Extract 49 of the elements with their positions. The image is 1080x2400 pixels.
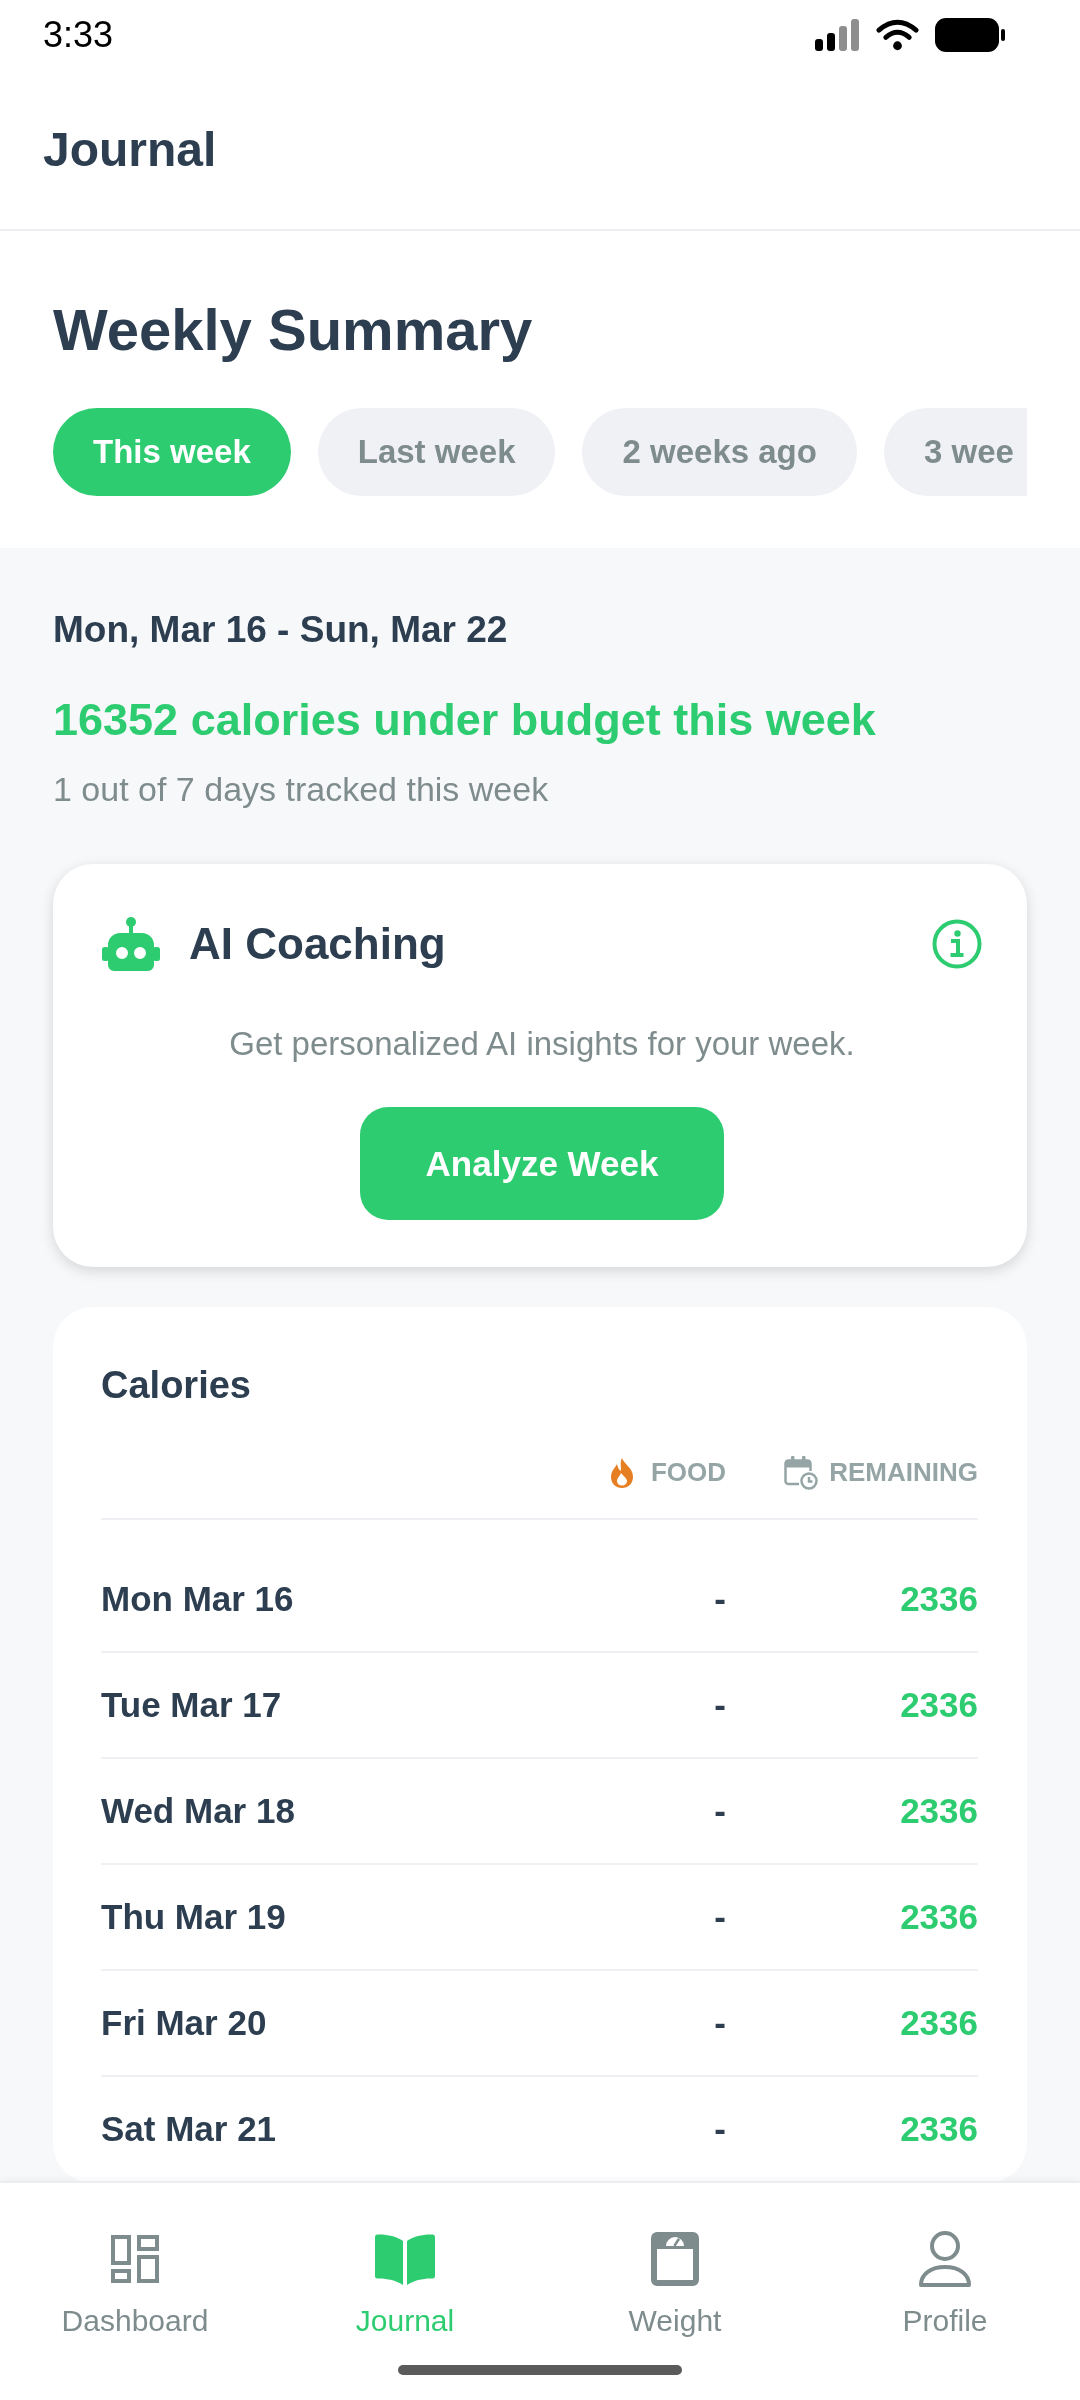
- food-value: -: [714, 1577, 726, 1620]
- robot-icon: [102, 917, 160, 972]
- coaching-title: AI Coaching: [189, 917, 446, 970]
- signal-icon: [815, 19, 860, 51]
- day-label: Sat Mar 21: [101, 2108, 277, 2148]
- battery-icon: [935, 18, 1005, 52]
- budget-summary: 16352 calories under budget this week: [53, 692, 877, 747]
- dashboard-icon: [111, 2235, 159, 2283]
- nav-tab[interactable]: Dashboard: [61, 2231, 209, 2340]
- food-value: -: [714, 2001, 726, 2044]
- day-label: Thu Mar 19: [101, 1896, 286, 1936]
- scale-icon: [651, 2232, 699, 2286]
- nav-tab[interactable]: Journal: [355, 2231, 455, 2340]
- remaining-value: 2336: [900, 2107, 978, 2150]
- remaining-value: 2336: [900, 2001, 978, 2044]
- remaining-value: 2336: [900, 1895, 978, 1938]
- remaining-value: 2336: [900, 1789, 978, 1832]
- nav-tab[interactable]: Profile: [902, 2231, 988, 2340]
- calendar-clock-icon: [784, 1455, 819, 1490]
- food-value: -: [714, 1895, 726, 1938]
- food-value: -: [714, 1683, 726, 1726]
- wifi-icon: [876, 19, 919, 51]
- section-title: Weekly Summary: [53, 296, 534, 364]
- day-label: Tue Mar 17: [101, 1684, 282, 1724]
- info-icon[interactable]: [932, 919, 982, 970]
- day-label: Wed Mar 18: [101, 1790, 295, 1830]
- nav-tab[interactable]: Weight: [628, 2231, 722, 2340]
- status-time: 3:33: [43, 17, 114, 53]
- day-label: Mon Mar 16: [101, 1578, 294, 1618]
- week-tab[interactable]: 2 weeks ago: [582, 407, 857, 496]
- column-header: REMAINING: [829, 1455, 978, 1489]
- food-value: -: [714, 1789, 726, 1832]
- week-tab[interactable]: This week: [53, 407, 291, 496]
- day-label: Fri Mar 20: [101, 2002, 267, 2042]
- food-value: -: [714, 2107, 726, 2150]
- week-tab[interactable]: 3 wee: [883, 407, 1027, 496]
- week-tab[interactable]: Last week: [317, 407, 556, 496]
- analyze-week-button[interactable]: Analyze Week: [359, 1107, 725, 1221]
- tracked-days-text: 1 out of 7 days tracked this week: [53, 769, 550, 811]
- person-icon: [919, 2231, 971, 2287]
- coaching-description: Get personalized AI insights for your week.: [228, 1024, 856, 1065]
- page-title: Journal: [43, 121, 217, 178]
- remaining-value: 2336: [900, 1577, 978, 1620]
- date-range: Mon, Mar 16 - Sun, Mar 22: [53, 607, 509, 652]
- remaining-value: 2336: [900, 1683, 978, 1726]
- flame-icon: [610, 1457, 633, 1488]
- calories-title: Calories: [101, 1363, 252, 1409]
- column-header: FOOD: [650, 1455, 726, 1489]
- book-icon: [375, 2233, 435, 2285]
